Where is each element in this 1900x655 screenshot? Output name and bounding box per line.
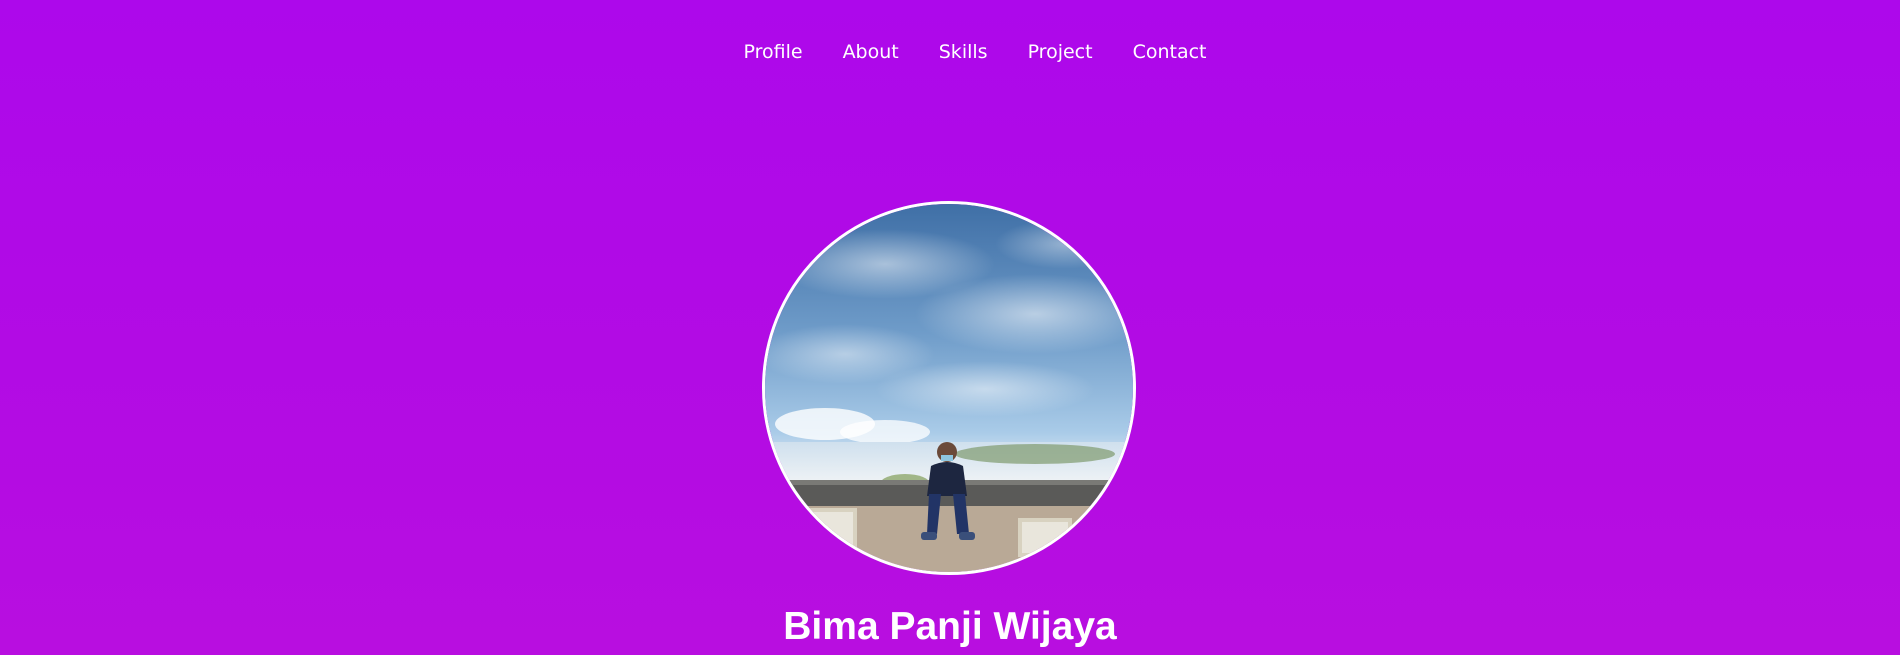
nav-contact[interactable]: Contact bbox=[1133, 30, 1207, 74]
nav-project[interactable]: Project bbox=[1028, 30, 1093, 74]
profile-photo bbox=[762, 201, 1136, 575]
nav-profile[interactable]: Profile bbox=[743, 30, 802, 74]
main-nav: Profile About Skills Project Contact bbox=[0, 30, 1900, 74]
profile-photo-image bbox=[765, 204, 1133, 572]
nav-about[interactable]: About bbox=[843, 30, 899, 74]
profile-name: Bima Panji Wijaya bbox=[783, 605, 1117, 648]
nav-skills[interactable]: Skills bbox=[939, 30, 988, 74]
